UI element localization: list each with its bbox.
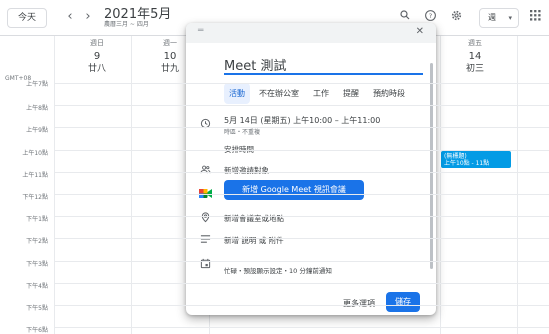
tab-appointment[interactable]: 預約時段: [368, 83, 410, 104]
hour-grid-line: [54, 261, 549, 262]
calendar-busy-notification[interactable]: 忙碌・預設顯示設定・10 分鐘前通知: [224, 265, 332, 275]
caret-down-icon: ▾: [508, 14, 512, 22]
time-label: 下午2點: [26, 238, 48, 245]
people-icon: [198, 164, 212, 178]
add-description[interactable]: 新增 說明 或 附件: [224, 235, 284, 246]
time-label: 上午11點: [22, 172, 48, 179]
grid-vline: [517, 36, 518, 334]
event-title-input[interactable]: [224, 55, 423, 75]
close-icon[interactable]: ✕: [416, 26, 424, 37]
next-week-button[interactable]: ›: [81, 8, 95, 26]
event-title: (無標題): [444, 153, 467, 160]
view-selector[interactable]: 週 ▾: [479, 8, 519, 28]
time-label: 下午12點: [22, 194, 48, 201]
today-button[interactable]: 今天: [7, 8, 47, 28]
time-label: 下午5點: [26, 305, 48, 312]
tab-work[interactable]: 工作: [308, 83, 334, 104]
apps-grid-icon[interactable]: [526, 9, 544, 27]
prev-week-button[interactable]: ‹: [63, 8, 77, 26]
time-label: 上午8點: [26, 105, 48, 112]
day-header-fri[interactable]: 週五 14 初三: [450, 38, 500, 74]
description-lines-icon: [198, 234, 212, 247]
tab-out-of-office[interactable]: 不在辦公室: [254, 83, 304, 104]
time-label: 上午7點: [26, 81, 48, 88]
svg-text:?: ?: [428, 12, 431, 20]
settings-gear-icon[interactable]: [447, 9, 465, 27]
time-label: 下午3點: [26, 261, 48, 268]
event-time: 上午10點 - 11點: [444, 160, 490, 167]
hour-grid-line: [54, 283, 549, 284]
tab-reminder[interactable]: 提醒: [338, 83, 364, 104]
time-label: 下午6點: [26, 327, 48, 334]
hour-grid-line: [54, 216, 549, 217]
hour-grid-line: [54, 238, 549, 239]
event-edit-dialog: ═ ✕ 活動 不在辦公室 工作 提醒 預約時段 5月 14日 (星期五) 上午1…: [186, 23, 436, 315]
event-date-time[interactable]: 5月 14日 (星期五) 上午10:00 – 上午11:00: [224, 115, 380, 126]
hour-grid-line: [54, 305, 549, 306]
clock-icon: [198, 118, 212, 132]
drag-handle-icon[interactable]: ═: [198, 26, 203, 36]
add-location[interactable]: 新增會議室或地點: [224, 213, 284, 224]
more-options-button[interactable]: 更多選項: [343, 298, 375, 309]
grid-vline: [54, 36, 55, 334]
hour-grid-line: [54, 105, 549, 106]
event-type-tabs: 活動 不在辦公室 工作 提醒 預約時段: [224, 83, 410, 104]
hour-grid-line: [54, 194, 549, 195]
location-pin-icon: [198, 211, 212, 226]
grid-vline: [131, 36, 132, 334]
hour-grid-line: [54, 150, 549, 151]
time-label: 上午9點: [26, 127, 48, 134]
view-label: 週: [488, 13, 496, 22]
hour-grid-line: [54, 172, 549, 173]
add-guests[interactable]: 新增邀請對象: [224, 165, 269, 176]
tab-event[interactable]: 活動: [224, 83, 250, 104]
lunar-range: 農曆三月 ~ 四月: [104, 21, 149, 28]
hour-grid-line: [54, 83, 549, 84]
hour-grid-line: [54, 127, 549, 128]
hour-grid-line: [54, 327, 549, 328]
time-label: 上午10點: [22, 150, 48, 157]
day-header-sun[interactable]: 週日 9 廿八: [72, 38, 122, 74]
grid-vline: [440, 36, 441, 334]
add-google-meet-button[interactable]: 新增 Google Meet 視訊會議: [224, 180, 364, 200]
save-button[interactable]: 儲存: [386, 292, 420, 312]
calendar-event[interactable]: (無標題) 上午10點 - 11點: [440, 150, 512, 169]
dialog-drag-bar[interactable]: ═ ✕: [186, 23, 436, 43]
time-label: 下午4點: [26, 283, 48, 290]
time-label: 下午1點: [26, 216, 48, 223]
timezone-repeat[interactable]: 時區・不重複: [224, 127, 380, 136]
